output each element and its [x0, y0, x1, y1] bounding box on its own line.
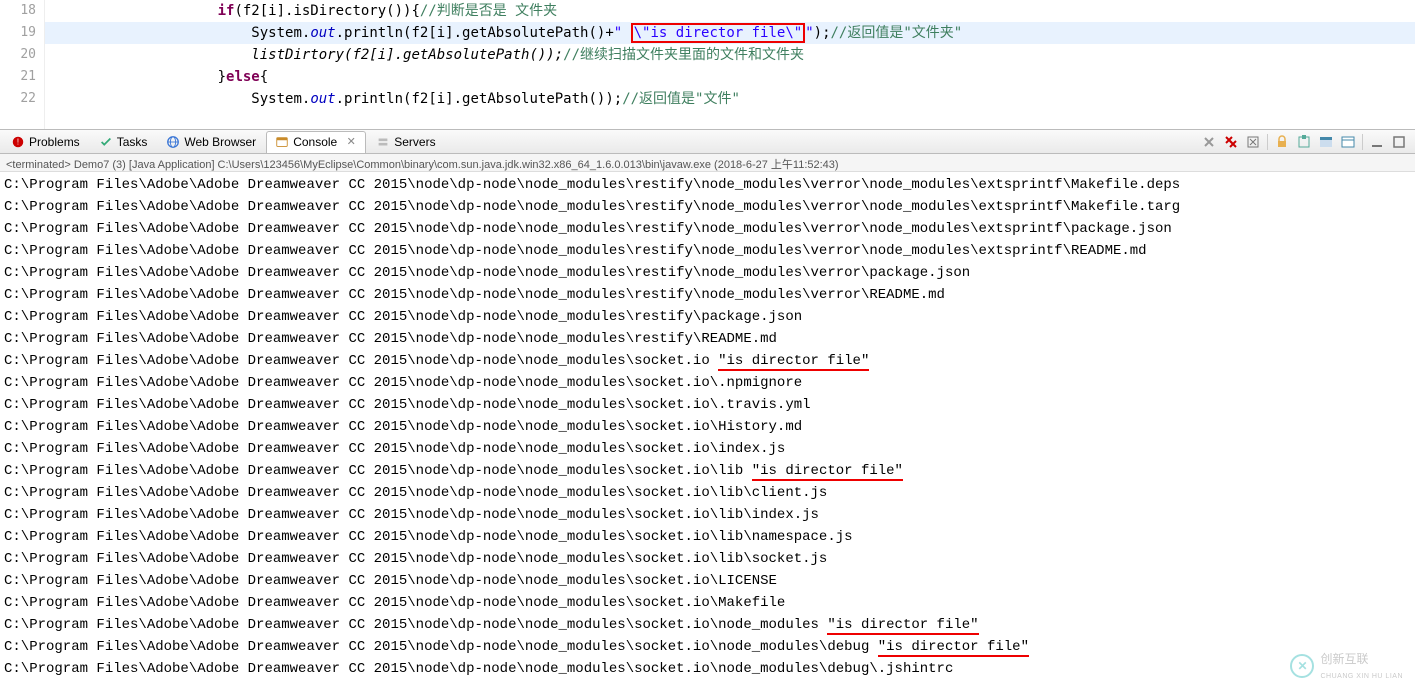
director-file-tag: "is director file": [718, 353, 869, 371]
views-tab-bar: ! Problems Tasks Web Browser Console ✕ S…: [0, 129, 1415, 154]
tab-label: Servers: [394, 135, 435, 149]
globe-icon: [166, 135, 180, 149]
console-line: C:\Program Files\Adobe\Adobe Dreamweaver…: [4, 504, 1411, 526]
minimize-icon[interactable]: [1369, 134, 1385, 150]
servers-icon: [376, 135, 390, 149]
console-line: C:\Program Files\Adobe\Adobe Dreamweaver…: [4, 394, 1411, 416]
console-status-line: <terminated> Demo7 (3) [Java Application…: [0, 154, 1415, 172]
console-toolbar: [1201, 134, 1413, 150]
svg-text:!: !: [17, 138, 19, 147]
remove-launch-icon[interactable]: [1201, 134, 1217, 150]
watermark-sub: CHUANG XIN HU LIAN: [1320, 673, 1403, 680]
code-line[interactable]: System.out.println(f2[i].getAbsolutePath…: [45, 88, 1415, 110]
watermark-text: 创新互联: [1320, 652, 1368, 666]
code-editor-pane: 18 19 20 21 22 if(f2[i].isDirectory()){/…: [0, 0, 1415, 129]
remove-all-icon[interactable]: [1223, 134, 1239, 150]
scroll-lock-icon[interactable]: [1274, 134, 1290, 150]
console-line: C:\Program Files\Adobe\Adobe Dreamweaver…: [4, 482, 1411, 504]
tab-web-browser[interactable]: Web Browser: [157, 131, 265, 153]
highlighted-string: \"is director file\": [631, 23, 806, 43]
console-line: C:\Program Files\Adobe\Adobe Dreamweaver…: [4, 306, 1411, 328]
console-line: C:\Program Files\Adobe\Adobe Dreamweaver…: [4, 592, 1411, 614]
pin-console-icon[interactable]: [1296, 134, 1312, 150]
clear-console-icon[interactable]: [1245, 134, 1261, 150]
problems-icon: !: [11, 135, 25, 149]
console-line: C:\Program Files\Adobe\Adobe Dreamweaver…: [4, 460, 1411, 482]
console-line: C:\Program Files\Adobe\Adobe Dreamweaver…: [4, 570, 1411, 592]
line-number: 22: [0, 88, 36, 110]
line-number: 19: [0, 22, 36, 44]
line-number: 18: [0, 0, 36, 22]
maximize-icon[interactable]: [1391, 134, 1407, 150]
code-line-active[interactable]: System.out.println(f2[i].getAbsolutePath…: [45, 22, 1415, 44]
line-number: 20: [0, 44, 36, 66]
console-line: C:\Program Files\Adobe\Adobe Dreamweaver…: [4, 614, 1411, 636]
console-line: C:\Program Files\Adobe\Adobe Dreamweaver…: [4, 196, 1411, 218]
console-line: C:\Program Files\Adobe\Adobe Dreamweaver…: [4, 218, 1411, 240]
tab-console[interactable]: Console ✕: [266, 131, 366, 153]
console-line: C:\Program Files\Adobe\Adobe Dreamweaver…: [4, 526, 1411, 548]
tab-label: Problems: [29, 135, 80, 149]
director-file-tag: "is director file": [878, 639, 1029, 657]
console-line: C:\Program Files\Adobe\Adobe Dreamweaver…: [4, 416, 1411, 438]
console-line: C:\Program Files\Adobe\Adobe Dreamweaver…: [4, 350, 1411, 372]
divider: [1267, 134, 1268, 150]
console-line: C:\Program Files\Adobe\Adobe Dreamweaver…: [4, 372, 1411, 394]
watermark: ✕ 创新互联 CHUANG XIN HU LIAN: [1290, 650, 1403, 681]
director-file-tag: "is director file": [752, 463, 903, 481]
console-line: C:\Program Files\Adobe\Adobe Dreamweaver…: [4, 438, 1411, 460]
code-content[interactable]: if(f2[i].isDirectory()){//判断是否是 文件夹 Syst…: [45, 0, 1415, 129]
tasks-icon: [99, 135, 113, 149]
console-line: C:\Program Files\Adobe\Adobe Dreamweaver…: [4, 548, 1411, 570]
console-line: C:\Program Files\Adobe\Adobe Dreamweaver…: [4, 262, 1411, 284]
console-line: C:\Program Files\Adobe\Adobe Dreamweaver…: [4, 284, 1411, 306]
code-line[interactable]: }else{: [45, 66, 1415, 88]
console-line: C:\Program Files\Adobe\Adobe Dreamweaver…: [4, 328, 1411, 350]
open-console-icon[interactable]: [1340, 134, 1356, 150]
line-number-gutter: 18 19 20 21 22: [0, 0, 45, 129]
divider: [1362, 134, 1363, 150]
console-line: C:\Program Files\Adobe\Adobe Dreamweaver…: [4, 636, 1411, 658]
director-file-tag: "is director file": [827, 617, 978, 635]
close-icon[interactable]: ✕: [345, 136, 357, 148]
code-line[interactable]: listDirtory(f2[i].getAbsolutePath());//继…: [45, 44, 1415, 66]
tab-label: Web Browser: [184, 135, 256, 149]
line-number: 21: [0, 66, 36, 88]
console-line: C:\Program Files\Adobe\Adobe Dreamweaver…: [4, 658, 1411, 680]
tab-label: Tasks: [117, 135, 148, 149]
display-selected-icon[interactable]: [1318, 134, 1334, 150]
tab-problems[interactable]: ! Problems: [2, 131, 89, 153]
tab-tasks[interactable]: Tasks: [90, 131, 157, 153]
console-icon: [275, 135, 289, 149]
tab-label: Console: [293, 135, 337, 149]
console-line: C:\Program Files\Adobe\Adobe Dreamweaver…: [4, 240, 1411, 262]
console-output[interactable]: C:\Program Files\Adobe\Adobe Dreamweaver…: [0, 172, 1415, 687]
watermark-logo-icon: ✕: [1290, 654, 1314, 678]
console-line: C:\Program Files\Adobe\Adobe Dreamweaver…: [4, 174, 1411, 196]
code-line[interactable]: if(f2[i].isDirectory()){//判断是否是 文件夹: [45, 0, 1415, 22]
tab-servers[interactable]: Servers: [367, 131, 444, 153]
